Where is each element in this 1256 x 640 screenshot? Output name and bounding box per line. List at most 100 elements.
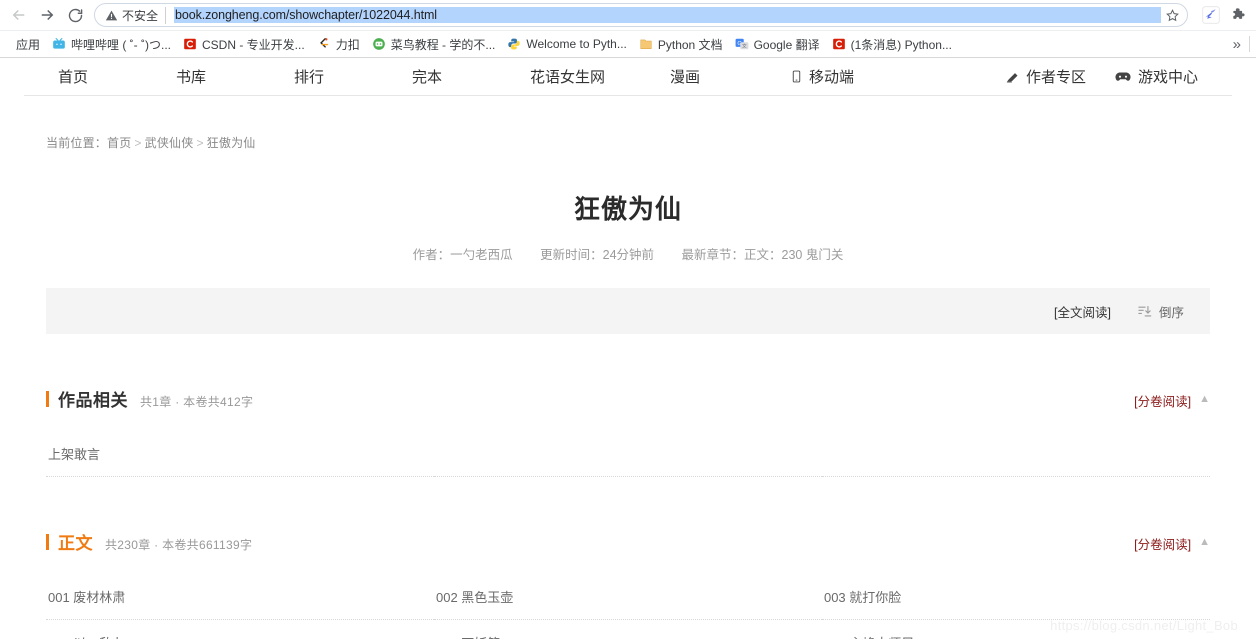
star-bookmark-icon[interactable]: [1161, 4, 1183, 26]
bookmark-label: Python 文档: [657, 37, 723, 52]
chapter-toolbar: [全文阅读] 倒序: [46, 288, 1210, 334]
volume-section: 作品相关 共1章 · 本卷共412字 [分卷阅读] ▲ 上架敢言: [46, 386, 1210, 477]
chapter-list: 001 废材林肃 002 黑色玉壶 003 就打你脸 004 以一敌七 005 …: [46, 574, 1210, 639]
nav-item-ranking[interactable]: 排行: [280, 66, 398, 87]
volume-section: 正文 共230章 · 本卷共661139字 [分卷阅读] ▲ 001 废材林肃 …: [46, 529, 1210, 639]
page-title: 狂傲为仙: [573, 194, 682, 224]
bird-extension-icon[interactable]: [1200, 4, 1222, 26]
volume-header: 作品相关 共1章 · 本卷共412字 [分卷阅读] ▲: [46, 386, 1210, 411]
volume-read-group[interactable]: [分卷阅读] ▲: [1134, 391, 1210, 410]
volume-subtitle: 共230章 · 本卷共661139字: [105, 538, 253, 552]
google-translate-icon: G文: [735, 38, 748, 50]
csdn-icon: [184, 38, 196, 50]
chapter-link[interactable]: 003 就打你脸: [821, 574, 1210, 620]
bookmark-item[interactable]: 菜鸟教程 - 学的不...: [366, 34, 502, 55]
mobile-phone-icon: [792, 70, 801, 83]
chapter-link[interactable]: 006 主峰大师兄: [822, 620, 1210, 639]
bookmark-item[interactable]: G文 Google 翻译: [729, 34, 826, 55]
puzzle-extensions-icon[interactable]: [1228, 4, 1250, 26]
security-label: 不安全: [122, 8, 159, 23]
bookmark-item[interactable]: 力扣: [311, 34, 366, 55]
chapter-link[interactable]: 004 以一敌七: [46, 620, 434, 639]
security-status-chip[interactable]: 不安全: [105, 6, 167, 24]
volume-read-button[interactable]: [分卷阅读]: [1134, 391, 1191, 410]
bookmark-label: 哔哩哔哩 ( ˚- ˚)つ...: [71, 37, 172, 52]
address-bar[interactable]: 不安全 book.zongheng.com/showchapter/102204…: [94, 3, 1188, 27]
bookmark-item[interactable]: (1条消息) Python...: [826, 34, 958, 55]
chapter-row: 004 以一敌七 005 万妖笼 006 主峰大师兄: [46, 620, 1210, 639]
url-text[interactable]: book.zongheng.com/showchapter/1022044.ht…: [174, 7, 1161, 23]
nav-item-mobile-label: 移动端: [809, 69, 855, 86]
site-nav-left: 首页 书库 排行 完本 花语女生网 漫画 移动端: [44, 66, 896, 87]
book-author: 作者：一勺老西瓜: [412, 248, 513, 262]
breadcrumb-item-home[interactable]: 首页: [107, 136, 131, 150]
runoob-icon: [372, 38, 385, 50]
nav-item-game-center[interactable]: 游戏中心: [1100, 66, 1212, 87]
order-toggle-button[interactable]: 倒序: [1137, 302, 1184, 321]
browser-nav-bar: 不安全 book.zongheng.com/showchapter/102204…: [0, 0, 1256, 30]
volume-accent-bar: [46, 391, 49, 407]
breadcrumb: 当前位置：首页 > 武侠仙侠 > 狂傲为仙: [0, 96, 1256, 151]
nav-item-completed[interactable]: 完本: [398, 66, 516, 87]
chapter-link[interactable]: 002 黑色玉壶: [433, 574, 822, 620]
breadcrumb-item-current: 狂傲为仙: [206, 136, 256, 150]
volume-read-group[interactable]: [分卷阅读] ▲: [1134, 534, 1210, 553]
bookmark-label: Welcome to Pyth...: [526, 37, 627, 51]
nav-item-game-center-label: 游戏中心: [1137, 69, 1198, 86]
book-latest-chapter[interactable]: 最新章节：正文：230 鬼门关: [670, 248, 856, 262]
site-nav-right: 作者专区 游戏中心: [991, 66, 1232, 87]
pen-icon: [1006, 73, 1018, 83]
breadcrumb-item-category[interactable]: 武侠仙侠: [145, 136, 194, 150]
bookmarks-overflow-button[interactable]: »: [1229, 36, 1249, 53]
toolbar-divider: [1249, 36, 1250, 52]
volume-header: 正文 共230章 · 本卷共661139字 [分卷阅读] ▲: [46, 529, 1210, 554]
bilibili-icon: [53, 37, 65, 49]
bookmark-item[interactable]: CSDN - 专业开发...: [177, 34, 311, 55]
page-content: 首页 书库 排行 完本 花语女生网 漫画 移动端 作者专区 游戏中心 当前位置：…: [0, 58, 1256, 639]
back-arrow-icon[interactable]: [6, 2, 32, 28]
chevron-up-icon[interactable]: ▲: [1199, 537, 1210, 548]
nav-item-author-zone[interactable]: 作者专区: [991, 66, 1100, 87]
chapter-link[interactable]: 上架敢言: [46, 431, 434, 477]
bookmark-apps[interactable]: 应用: [10, 34, 46, 55]
nav-item-huayu-girls[interactable]: 花语女生网: [516, 66, 656, 87]
chapter-link[interactable]: 005 万妖笼: [434, 620, 822, 639]
read-all-button[interactable]: [全文阅读]: [1054, 302, 1111, 321]
book-update-time: 更新时间：24分钟前: [540, 248, 655, 262]
nav-item-library[interactable]: 书库: [162, 66, 280, 87]
site-navigation: 首页 书库 排行 完本 花语女生网 漫画 移动端 作者专区 游戏中心: [24, 58, 1232, 96]
chapter-list: 上架敢言: [46, 431, 1210, 477]
volume-read-button[interactable]: [分卷阅读]: [1134, 534, 1191, 553]
reload-icon[interactable]: [62, 2, 88, 28]
csdn-icon: [832, 38, 845, 50]
chevron-up-icon[interactable]: ▲: [1199, 394, 1210, 405]
bookmark-label: 菜鸟教程 - 学的不...: [390, 37, 496, 52]
gamepad-icon: [1115, 72, 1131, 81]
folder-icon: [640, 39, 652, 49]
bookmarks-bar: 应用 哔哩哔哩 ( ˚- ˚)つ... CSDN - 专业开发... 力扣 菜鸟…: [0, 30, 1256, 57]
bookmark-label: 力扣: [335, 37, 360, 52]
nav-item-mobile[interactable]: 移动端: [776, 66, 896, 87]
forward-arrow-icon[interactable]: [34, 2, 60, 28]
browser-chrome: 不安全 book.zongheng.com/showchapter/102204…: [0, 0, 1256, 58]
volume-accent-bar: [46, 534, 49, 550]
chapter-link[interactable]: 001 废材林肃: [46, 574, 434, 620]
chapter-cell-empty: [433, 431, 822, 477]
chapter-row: 上架敢言: [46, 431, 1210, 477]
breadcrumb-separator: >: [134, 136, 142, 150]
bookmark-apps-label: 应用: [16, 37, 41, 52]
nav-item-home[interactable]: 首页: [44, 66, 162, 87]
chapter-row: 001 废材林肃 002 黑色玉壶 003 就打你脸: [46, 574, 1210, 620]
volume-title: 正文: [58, 534, 93, 553]
bookmark-item[interactable]: Welcome to Pyth...: [501, 35, 632, 53]
sort-descending-icon: [1138, 305, 1152, 316]
bookmark-label: CSDN - 专业开发...: [202, 37, 305, 52]
warning-triangle-icon: [105, 10, 118, 20]
breadcrumb-separator: >: [196, 136, 204, 150]
bookmark-item[interactable]: 哔哩哔哩 ( ˚- ˚)つ...: [46, 34, 177, 55]
volume-title: 作品相关: [58, 391, 128, 410]
nav-item-comics[interactable]: 漫画: [656, 66, 776, 87]
bookmark-item[interactable]: Python 文档: [633, 34, 729, 55]
bookmark-label: (1条消息) Python...: [850, 37, 952, 52]
chapter-cell-empty: [821, 431, 1210, 477]
